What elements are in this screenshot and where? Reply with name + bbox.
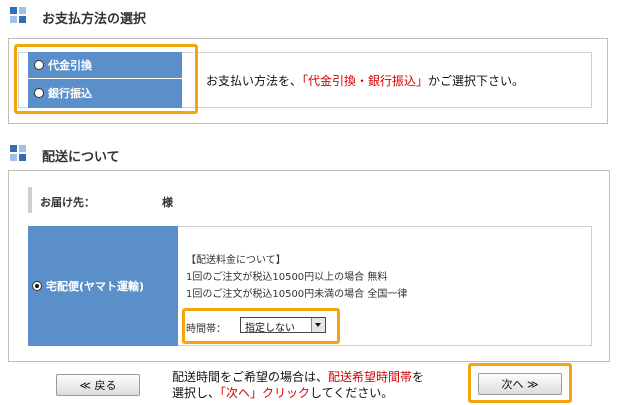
back-button[interactable]: ≪ 戻る — [56, 374, 140, 396]
footer-msg-1-post: を — [412, 370, 425, 384]
fee-line-2: 1回のご注文が税込10500円未満の場合 全国一律 — [186, 289, 408, 300]
time-slot-highlight — [182, 308, 340, 344]
footer-msg-2-highlight: 「次へ」クリック — [220, 386, 311, 400]
fee-title: 【配送料金について】 — [186, 255, 286, 266]
section-icon — [10, 7, 26, 23]
address-label: お届け先： — [40, 196, 95, 209]
footer-msg-2-pre: 選択し、 — [172, 386, 221, 400]
payment-heading: お支払方法の選択 — [42, 12, 147, 27]
footer-msg-2-post: してください。 — [310, 386, 394, 400]
delivery-heading: 配送について — [42, 150, 120, 165]
fee-line-1: 1回のご注文が税込10500円以上の場合 無料 — [186, 272, 388, 283]
address-marker — [28, 187, 32, 213]
shipping-method[interactable]: 宅配便(ヤマト運輸) — [28, 226, 178, 346]
payment-message-post: かご選択下さい。 — [428, 74, 525, 88]
payment-message-highlight: 「代金引換・銀行振込」 — [302, 74, 429, 88]
footer-message: 配送時間をご希望の場合は、配送希望時間帯を 選択し、「次へ」クリックしてください… — [172, 369, 424, 401]
payment-options-highlight — [14, 44, 198, 114]
payment-message: お支払い方法を、「代金引換・銀行振込」かご選択下さい。 — [206, 72, 524, 89]
footer-msg-1-highlight: 配送希望時間帯 — [328, 370, 413, 384]
address-suffix: 様 — [162, 196, 173, 209]
payment-message-pre: お支払い方法を、 — [206, 74, 303, 88]
section-icon — [10, 145, 26, 161]
radio-yamato[interactable] — [32, 281, 42, 291]
footer-msg-1-pre: 配送時間をご希望の場合は、 — [172, 370, 329, 384]
next-button-highlight — [468, 363, 572, 403]
shipping-method-label: 宅配便(ヤマト運輸) — [46, 280, 145, 293]
